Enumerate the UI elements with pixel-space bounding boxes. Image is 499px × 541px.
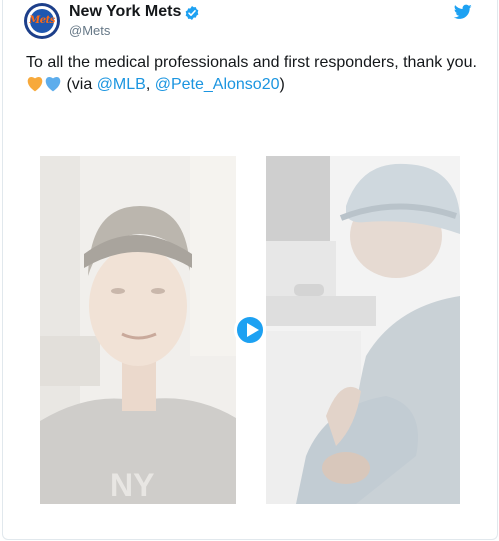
mention-mlb-link[interactable]: @MLB: [97, 76, 146, 93]
video-panel-left: NY: [40, 156, 236, 504]
tweet-card: Mets New York Mets @Mets To all the medi…: [2, 0, 498, 540]
medical-worker-image: [266, 156, 460, 504]
play-icon[interactable]: [234, 314, 266, 346]
mention-pete-alonso-link[interactable]: @Pete_Alonso20: [155, 76, 280, 93]
via-prefix: (via: [66, 76, 97, 93]
twitter-bird-icon[interactable]: [454, 4, 472, 20]
mention-separator: ,: [145, 76, 155, 93]
player-selfie-image: NY: [40, 156, 236, 504]
tweet-text: To all the medical professionals and fir…: [26, 52, 486, 96]
blue-heart-icon: [45, 77, 61, 92]
orange-heart-icon: [27, 77, 43, 92]
svg-text:NY: NY: [110, 467, 154, 503]
avatar-logo-text: Mets: [29, 15, 55, 26]
author-name[interactable]: New York Mets: [69, 3, 181, 21]
tweet-body: To all the medical professionals and fir…: [26, 54, 477, 71]
video-panel-right: [266, 156, 460, 504]
verified-badge-icon: [185, 6, 199, 20]
via-suffix: ): [279, 76, 285, 93]
avatar[interactable]: Mets: [24, 3, 60, 39]
author-handle[interactable]: @Mets: [69, 23, 110, 38]
video-media[interactable]: NY: [40, 156, 460, 504]
